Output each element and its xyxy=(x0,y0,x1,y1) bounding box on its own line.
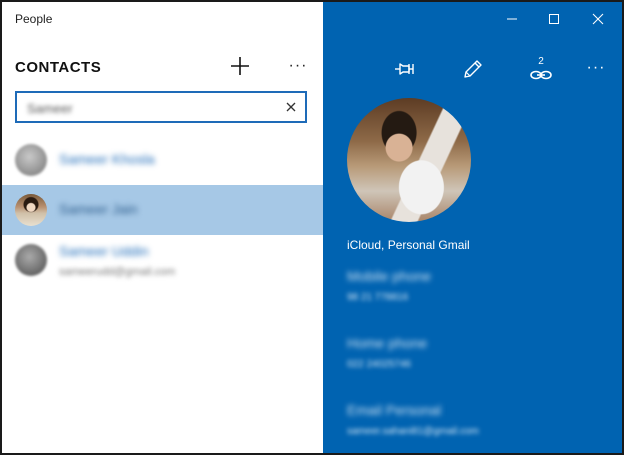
close-icon xyxy=(592,13,604,25)
contact-name: Sameer Jain xyxy=(59,201,138,217)
close-button[interactable] xyxy=(587,10,609,28)
edit-icon xyxy=(464,60,482,78)
contact-name: Sameer Uddin xyxy=(59,243,149,259)
link-contacts-button[interactable] xyxy=(528,62,554,88)
people-app-window: People CONTACTS ··· Sameer Khosla xyxy=(0,0,624,455)
search-box[interactable] xyxy=(15,91,307,123)
contact-name: Sameer Khosla xyxy=(59,151,155,167)
add-icon xyxy=(231,57,249,75)
maximize-icon xyxy=(549,14,559,24)
contact-list: Sameer Khosla Sameer Jain Sameer Uddin s… xyxy=(2,135,323,285)
minimize-icon xyxy=(507,18,517,20)
contact-list-item-selected[interactable]: Sameer Jain xyxy=(2,185,323,235)
more-options-button[interactable]: ··· xyxy=(287,54,309,78)
email-label: Email Personal xyxy=(347,402,442,418)
clear-icon xyxy=(286,102,296,112)
search-input[interactable] xyxy=(25,98,269,118)
avatar xyxy=(15,244,47,276)
link-icon xyxy=(530,70,552,80)
contact-list-item[interactable]: Sameer Khosla xyxy=(2,135,323,185)
edit-button[interactable] xyxy=(460,56,486,82)
email-value[interactable]: sameer.sahani81@gmail.com xyxy=(347,426,479,437)
home-phone-value[interactable]: 022 24025746 xyxy=(347,359,411,370)
mobile-phone-label: Mobile phone xyxy=(347,268,432,284)
avatar xyxy=(15,144,47,176)
more-options-button[interactable]: ··· xyxy=(585,56,607,80)
pin-button[interactable] xyxy=(392,56,418,82)
contact-list-item[interactable]: Sameer Uddin sameerudd@gmail.com xyxy=(2,235,323,285)
contacts-header: CONTACTS xyxy=(15,59,102,76)
clear-search-button[interactable] xyxy=(283,99,299,115)
contact-profile-photo xyxy=(347,98,471,222)
maximize-button[interactable] xyxy=(543,10,565,28)
mobile-phone-value[interactable]: 98 21 778816 xyxy=(347,292,408,303)
contact-email: sameerudd@gmail.com xyxy=(59,266,176,278)
minimize-button[interactable] xyxy=(501,10,523,28)
contacts-pane: People CONTACTS ··· Sameer Khosla xyxy=(2,2,323,453)
app-title: People xyxy=(15,12,53,26)
add-contact-button[interactable] xyxy=(228,54,252,78)
contact-detail-pane: 2 ··· iCloud, Personal Gmail Mobile phon… xyxy=(323,2,622,453)
account-source-label: iCloud, Personal Gmail xyxy=(347,238,470,252)
pin-icon xyxy=(395,63,414,75)
avatar xyxy=(15,194,47,226)
home-phone-label: Home phone xyxy=(347,335,428,351)
